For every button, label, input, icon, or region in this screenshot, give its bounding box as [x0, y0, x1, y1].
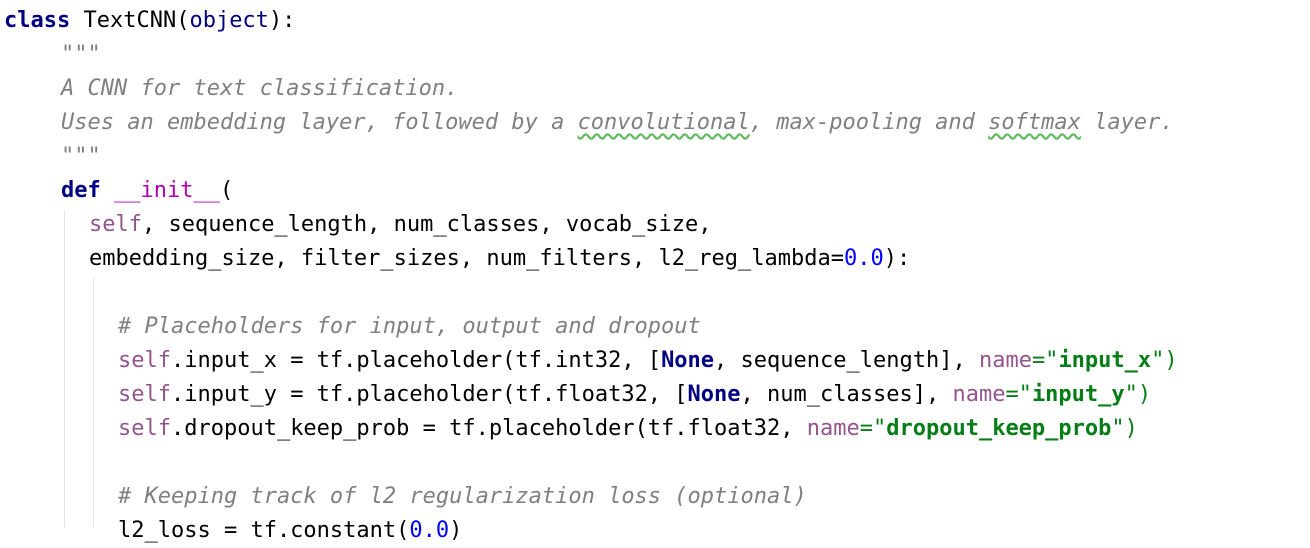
code-editor[interactable]: class TextCNN(object): """ A CNN for tex…: [0, 0, 1310, 543]
base-class: object: [189, 8, 269, 33]
code-line-def-init: def __init__(: [61, 178, 234, 203]
keyword-none: None: [661, 348, 715, 373]
code-text: , num_classes],: [740, 382, 953, 407]
string-literal: input_y: [1031, 382, 1125, 407]
docstring-text: A CNN for text classification.: [61, 76, 459, 101]
self-ref: self: [118, 416, 171, 441]
code-line-params-2: embedding_size, filter_sizes, num_filter…: [89, 242, 910, 276]
code-line-input-x: self.input_x = tf.placeholder(tf.int32, …: [118, 344, 1178, 378]
docstring-line-1: A CNN for text classification.: [61, 72, 458, 106]
docstring-text: , max-pooling and: [749, 110, 989, 135]
string-quote: "): [1111, 416, 1138, 441]
string-literal: dropout_keep_prob: [886, 416, 1112, 441]
string-quote: =": [859, 416, 887, 441]
docstring-text: Uses an embedding layer, followed by a: [61, 110, 578, 135]
code-text: ): [449, 518, 463, 543]
params-text: ):: [883, 246, 911, 271]
keyword-class: class: [4, 8, 71, 33]
string-quote: =": [1031, 348, 1059, 373]
number-literal: 0.0: [409, 518, 450, 543]
code-line-class-def: class TextCNN(object):: [4, 8, 296, 33]
params-text: , sequence_length, num_classes, vocab_si…: [141, 212, 712, 237]
spellcheck-word: convolutional: [577, 110, 750, 135]
init-method-name: __init__: [114, 178, 220, 203]
code-line-l2-loss: l2_loss = tf.constant(0.0): [118, 514, 462, 548]
class-name: TextCNN: [83, 8, 177, 33]
code-line-input-y: self.input_y = tf.placeholder(tf.float32…: [118, 378, 1151, 412]
docstring-open: """: [61, 38, 101, 72]
number-literal: 0.0: [843, 246, 884, 271]
code-line-dropout: self.dropout_keep_prob = tf.placeholder(…: [118, 412, 1138, 446]
code-text: .dropout_keep_prob = tf.placeholder(tf.f…: [170, 416, 807, 441]
code-line-params-1: self, sequence_length, num_classes, voca…: [89, 208, 712, 242]
docstring-close: """: [61, 140, 101, 174]
string-quote: "): [1124, 382, 1152, 407]
code-text: .input_x = tf.placeholder(tf.int32, [: [170, 348, 662, 373]
string-quote: "): [1151, 348, 1178, 373]
kwarg-name: name: [806, 416, 860, 441]
code-text: , sequence_length],: [714, 348, 979, 373]
string-literal: input_x: [1058, 348, 1152, 373]
keyword-def: def: [61, 178, 101, 203]
code-comment-placeholders: # Placeholders for input, output and dro…: [118, 310, 701, 344]
docstring-quotes: """: [61, 144, 101, 169]
params-text: embedding_size, filter_sizes, num_filter…: [89, 246, 844, 271]
code-text: l2_loss = tf.constant(: [118, 518, 410, 543]
keyword-none: None: [687, 382, 741, 407]
docstring-text: layer.: [1080, 110, 1174, 135]
kwarg-name: name: [978, 348, 1032, 373]
comment-text: # Keeping track of l2 regularization los…: [118, 484, 807, 509]
code-text: .input_y = tf.placeholder(tf.float32, [: [170, 382, 688, 407]
indent-guide: [93, 278, 94, 527]
self-param: self: [89, 212, 142, 237]
string-quote: =": [1005, 382, 1032, 407]
self-ref: self: [118, 382, 171, 407]
code-comment-l2-loss: # Keeping track of l2 regularization los…: [118, 480, 807, 514]
docstring-line-2: Uses an embedding layer, followed by a c…: [61, 106, 1174, 140]
self-ref: self: [118, 348, 171, 373]
kwarg-name: name: [952, 382, 1006, 407]
comment-text: # Placeholders for input, output and dro…: [118, 314, 701, 339]
indent-guide: [64, 210, 65, 527]
docstring-quotes: """: [61, 42, 101, 67]
spellcheck-word: softmax: [988, 110, 1081, 135]
